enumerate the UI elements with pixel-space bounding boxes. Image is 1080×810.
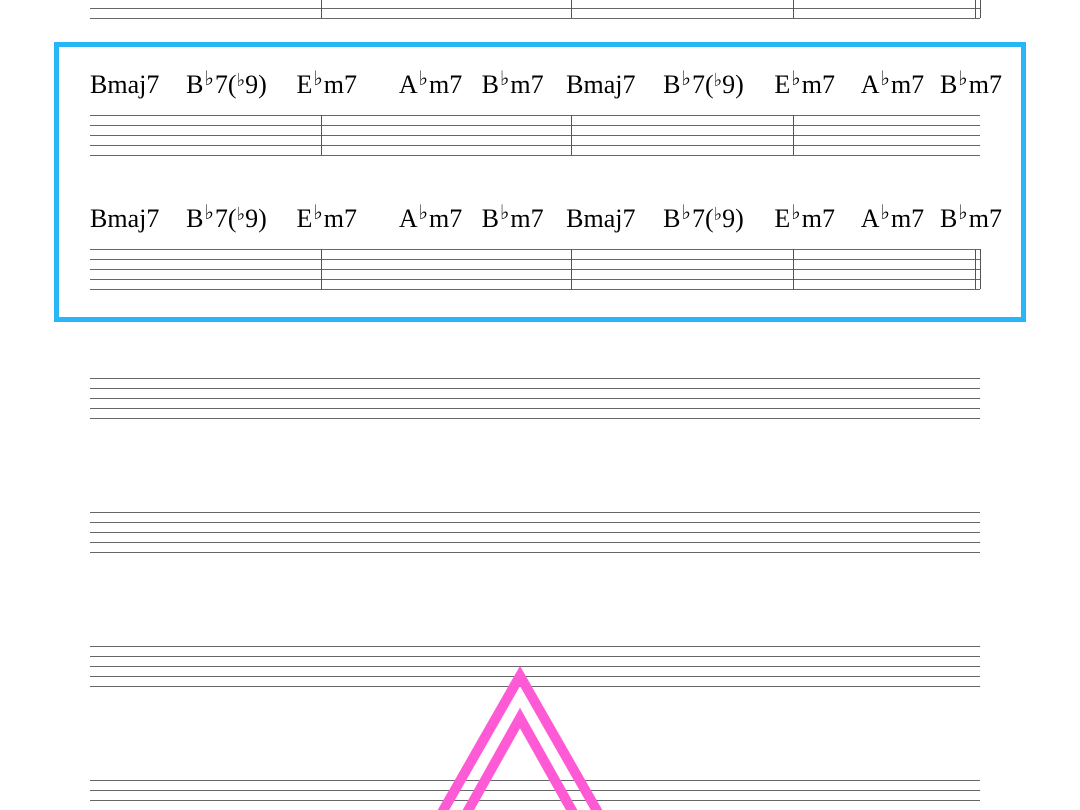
chord-symbol: B♭m7 bbox=[482, 72, 544, 98]
barline bbox=[975, 0, 976, 18]
chord-symbol: E♭m7 bbox=[774, 206, 835, 232]
chord-row: Bmaj7 B♭7(♭9) E♭m7 A♭m7 B♭m7 Bmaj7 B♭7(♭9) E♭m7… bbox=[90, 72, 980, 112]
barline bbox=[975, 249, 976, 289]
chord-symbol: B♭m7 bbox=[482, 206, 544, 232]
barline bbox=[980, 0, 981, 18]
barline bbox=[571, 249, 572, 289]
chord-symbol: B♭7(♭9) bbox=[663, 72, 744, 100]
chord-symbol: Bmaj7 bbox=[566, 72, 635, 98]
sheet-music-page: Bmaj7 B♭7(♭9) E♭m7 A♭m7 B♭m7 Bmaj7 B♭7(♭9) E♭m7… bbox=[0, 0, 1080, 810]
barline bbox=[793, 249, 794, 289]
chord-symbol: B♭7(♭9) bbox=[186, 206, 267, 234]
chord-symbol: A♭m7 bbox=[399, 72, 462, 98]
staff-row bbox=[90, 646, 980, 686]
staff-row bbox=[90, 512, 980, 552]
barline bbox=[571, 0, 572, 18]
barline bbox=[793, 115, 794, 155]
chord-symbol: A♭m7 bbox=[861, 206, 924, 232]
staff-row bbox=[90, 249, 980, 289]
chord-symbol: Bmaj7 bbox=[566, 206, 635, 232]
barline bbox=[571, 115, 572, 155]
chord-symbol: B♭7(♭9) bbox=[186, 72, 267, 100]
chord-symbol: A♭m7 bbox=[399, 206, 462, 232]
staff-row bbox=[90, 378, 980, 418]
barline bbox=[321, 0, 322, 18]
chord-symbol: A♭m7 bbox=[861, 72, 924, 98]
barline bbox=[321, 249, 322, 289]
chord-symbol: E♭m7 bbox=[774, 72, 835, 98]
barline bbox=[980, 249, 981, 289]
barline bbox=[793, 0, 794, 18]
chord-symbol: B♭m7 bbox=[940, 72, 1002, 98]
chord-symbol: B♭m7 bbox=[940, 206, 1002, 232]
barline bbox=[321, 115, 322, 155]
chord-symbol: B♭7(♭9) bbox=[663, 206, 744, 234]
chord-row: Bmaj7 B♭7(♭9) E♭m7 A♭m7 B♭m7 Bmaj7 B♭7(♭9) E♭m7… bbox=[90, 206, 980, 246]
chord-symbol: Bmaj7 bbox=[90, 72, 159, 98]
staff-row bbox=[90, 0, 980, 18]
staff-row bbox=[90, 115, 980, 155]
chord-symbol: Bmaj7 bbox=[90, 206, 159, 232]
staff-row bbox=[90, 780, 980, 810]
chord-symbol: E♭m7 bbox=[296, 206, 357, 232]
chord-symbol: E♭m7 bbox=[296, 72, 357, 98]
